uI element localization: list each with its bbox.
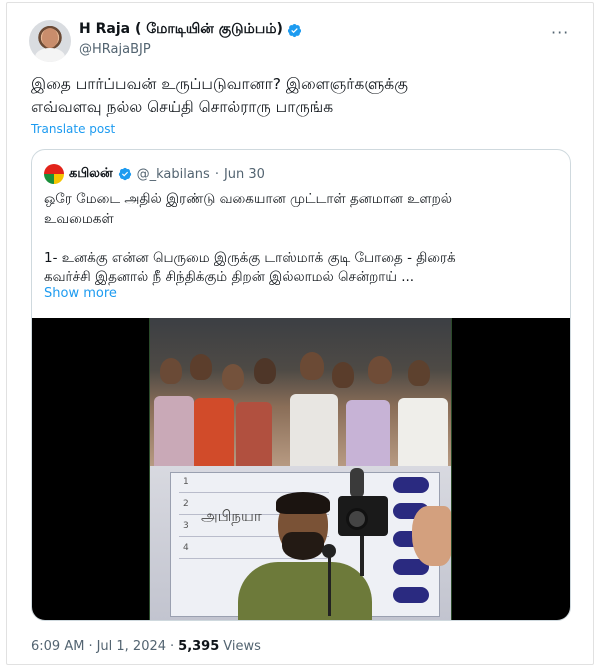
translate-post-link[interactable]: Translate post xyxy=(31,122,115,136)
crowd-scene xyxy=(150,318,451,466)
avatar-body xyxy=(35,48,65,62)
post-time[interactable]: 6:09 AM xyxy=(31,639,84,654)
tweet-text: இதை பார்ப்பவன் உருப்படுவானா? இளைஞர்களுக்… xyxy=(31,75,408,116)
footer-dot: · xyxy=(88,639,93,654)
tweet-footer: 6:09 AM · Jul 1, 2024 · 5,395 Views xyxy=(31,639,261,654)
author-name-row: H Raja ( மோடியின் குடும்பம்) xyxy=(79,21,302,39)
footer-dot-2: · xyxy=(170,639,175,654)
quoted-avatar[interactable] xyxy=(44,164,64,184)
tweet-card: H Raja ( மோடியின் குடும்பம்) @HRajaBJP ·… xyxy=(6,2,594,665)
show-more-link[interactable]: Show more xyxy=(44,286,117,301)
quoted-media[interactable]: 1 2 3 4 அபிநயா xyxy=(32,318,570,620)
avatar-face xyxy=(42,28,58,48)
author-display-name[interactable]: H Raja ( மோடியின் குடும்பம்) xyxy=(79,21,283,39)
quoted-text: ஒரே மேடை அதில் இரண்டு வகையான முட்டாள் தன… xyxy=(44,191,456,285)
verified-badge-icon xyxy=(287,23,301,37)
hand-figure xyxy=(412,506,451,566)
author-avatar[interactable] xyxy=(29,20,71,62)
post-date[interactable]: Jul 1, 2024 xyxy=(97,639,166,654)
video-frame[interactable]: 1 2 3 4 அபிநயா xyxy=(149,318,452,620)
author-handle[interactable]: @HRajaBJP xyxy=(79,42,151,57)
quoted-tweet[interactable]: கபிலன் @_kabilans · Jun 30 ஒரே மேடை அதில… xyxy=(31,149,571,621)
more-options-icon[interactable]: ··· xyxy=(551,23,569,42)
quoted-date[interactable]: Jun 30 xyxy=(224,167,265,182)
quoted-handle[interactable]: @_kabilans xyxy=(137,167,210,182)
quoted-separator: · xyxy=(214,166,219,182)
stage-scene: 1 2 3 4 அபிநயா xyxy=(150,466,451,620)
camera-icon xyxy=(328,468,398,576)
views-count[interactable]: 5,395 xyxy=(178,639,219,654)
quoted-verified-badge-icon xyxy=(118,167,131,181)
views-label: Views xyxy=(223,639,261,654)
quoted-header: கபிலன் @_kabilans · Jun 30 xyxy=(44,164,265,184)
quoted-display-name[interactable]: கபிலன் xyxy=(69,166,113,182)
